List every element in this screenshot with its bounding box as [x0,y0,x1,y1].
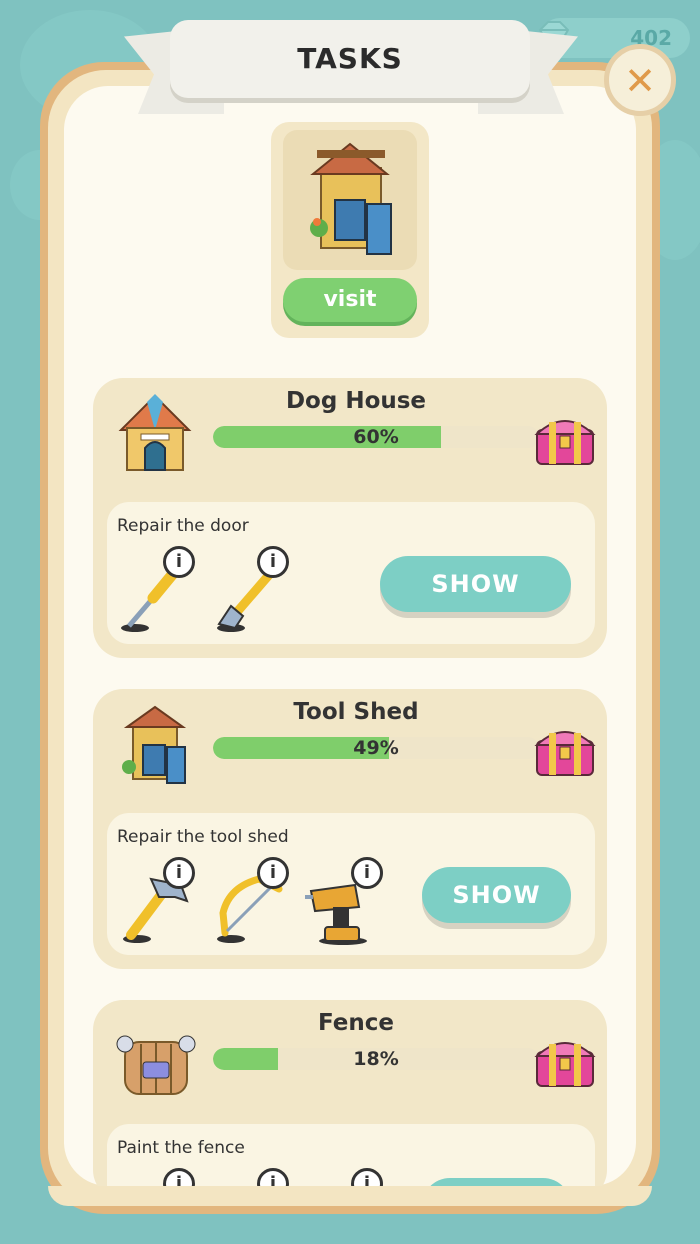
info-icon[interactable]: i [351,857,383,889]
progress-text: 60% [353,426,399,448]
task-description: Paint the fence [117,1138,245,1158]
page-title: TASKS [297,42,403,75]
drill-icon[interactable]: i [303,857,385,947]
task-description: Repair the tool shed [117,827,289,847]
tool-shed-icon [310,142,392,255]
screwdriver-icon[interactable]: i [115,546,197,636]
task-card: Tool Shed 49% Repair the tool shed i i i… [93,689,607,969]
show-button[interactable]: SHOW [422,867,571,923]
visit-button[interactable]: visit [283,278,417,322]
task-card: Fence 18% Paint the fence i i i SHOW [93,1000,607,1200]
progress-bar: 60% [213,426,539,448]
task-card: Dog House 60% Repair the door i i SHOW [93,378,607,658]
location-card: visit [271,122,429,338]
hammer-icon[interactable]: i [115,857,197,947]
info-icon[interactable]: i [163,546,195,578]
task-requirements: Repair the door i i SHOW [107,502,595,644]
info-icon[interactable]: i [257,857,289,889]
wrench-icon[interactable]: i [209,546,291,636]
treasure-chest-icon[interactable] [533,719,597,779]
progress-text: 18% [353,1048,399,1070]
progress-bar: 49% [213,737,539,759]
treasure-chest-icon[interactable] [533,408,597,468]
treasure-chest-icon[interactable] [533,1030,597,1090]
panel-bottom-frame [48,1186,652,1206]
progress-text: 49% [353,737,399,759]
task-description: Repair the door [117,516,249,536]
task-title: Fence [318,1010,394,1036]
title-banner: TASKS [170,20,530,98]
info-icon[interactable]: i [257,546,289,578]
task-requirements: Repair the tool shed i i i SHOW [107,813,595,955]
info-icon[interactable]: i [163,857,195,889]
show-button[interactable]: SHOW [380,556,571,612]
hacksaw-icon[interactable]: i [209,857,291,947]
progress-bar: 18% [213,1048,539,1070]
close-icon: ✕ [624,59,656,103]
location-thumbnail [283,130,417,270]
close-button[interactable]: ✕ [604,44,676,116]
